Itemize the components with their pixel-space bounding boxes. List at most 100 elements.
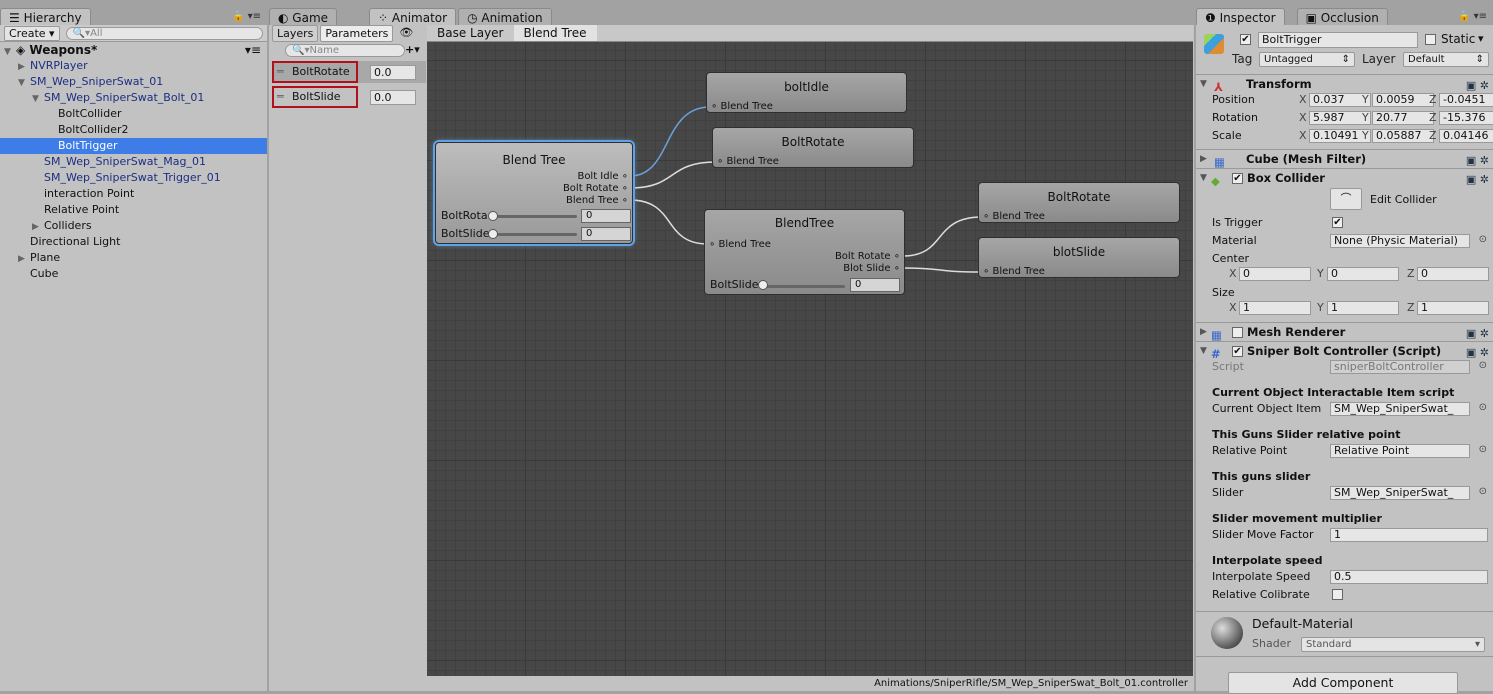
hierarchy-item[interactable]: Cube: [0, 266, 267, 282]
tab-game[interactable]: ◐ Game: [269, 8, 338, 25]
y-field[interactable]: 20.77: [1372, 111, 1434, 125]
active-checkbox[interactable]: ✔: [1240, 34, 1251, 45]
hierarchy-item[interactable]: ▶ NVRPlayer: [0, 58, 267, 74]
transform-header[interactable]: ▼ ⅄ Transform ▣ ✲: [1196, 74, 1493, 94]
tab-hierarchy[interactable]: ☰ Hierarchy: [0, 8, 91, 25]
hierarchy-item[interactable]: ▶ Colliders: [0, 218, 267, 234]
x-field[interactable]: 0: [1239, 267, 1311, 281]
mesh-renderer-enabled-checkbox[interactable]: [1232, 327, 1243, 338]
script-enabled-checkbox[interactable]: ✔: [1232, 346, 1243, 357]
static-dropdown-icon[interactable]: ▾: [1478, 32, 1484, 45]
bolt-rotate-node-2[interactable]: BoltRotate ∘ Blend Tree: [978, 182, 1180, 223]
hierarchy-item[interactable]: Relative Point: [0, 202, 267, 218]
expand-arrow-icon[interactable]: ▼: [18, 75, 30, 91]
output-port[interactable]: Bolt Idle ∘: [577, 171, 628, 182]
slider-track[interactable]: [763, 285, 845, 288]
is-trigger-checkbox[interactable]: ✔: [1332, 217, 1343, 228]
lock-icon[interactable]: 🔒 ▾≡: [1458, 11, 1487, 22]
breadcrumb-blend-tree[interactable]: Blend Tree: [513, 25, 597, 41]
help-gear-icons[interactable]: ▣ ✲: [1466, 171, 1489, 189]
object-picker-icon[interactable]: ⊙: [1479, 360, 1487, 371]
input-port[interactable]: ∘ Blend Tree: [717, 156, 779, 167]
hierarchy-item[interactable]: ▶ Plane: [0, 250, 267, 266]
slider-value-input[interactable]: 0: [581, 209, 631, 223]
create-button[interactable]: Create ▾: [4, 25, 60, 41]
parameter-value-input[interactable]: 0.0: [370, 89, 416, 105]
parameter-row[interactable]: BoltSlide0.0: [272, 86, 426, 108]
object-name-input[interactable]: BoltTrigger: [1258, 32, 1418, 48]
blend-tree-sub-node[interactable]: BlendTree ∘ Blend Tree Bolt Rotate ∘ Blo…: [704, 209, 905, 295]
tab-occlusion[interactable]: ▣ Occlusion: [1296, 8, 1388, 25]
x-field[interactable]: 1: [1239, 301, 1311, 315]
slider-knob[interactable]: [488, 229, 498, 239]
script-header[interactable]: ▼ # ✔ Sniper Bolt Controller (Script) ▣ ✲: [1196, 341, 1493, 361]
z-field[interactable]: 0: [1417, 267, 1489, 281]
output-port[interactable]: Blot Slide ∘: [843, 263, 900, 274]
animator-graph[interactable]: Blend Tree Bolt Idle ∘ Bolt Rotate ∘ Ble…: [427, 42, 1193, 691]
object-picker-icon[interactable]: ⊙: [1479, 444, 1487, 455]
slider-value-input[interactable]: 0: [850, 278, 900, 292]
hierarchy-item[interactable]: BoltCollider2: [0, 122, 267, 138]
hierarchy-item[interactable]: SM_Wep_SniperSwat_Mag_01: [0, 154, 267, 170]
scene-row[interactable]: ▼ ◈ Weapons* ▾≡: [0, 42, 267, 58]
f2-field[interactable]: Relative Point: [1330, 444, 1470, 458]
hierarchy-item[interactable]: Directional Light: [0, 234, 267, 250]
output-port[interactable]: Blend Tree ∘: [566, 195, 628, 206]
parameter-row[interactable]: BoltRotate0.0: [272, 61, 426, 83]
static-checkbox[interactable]: [1425, 34, 1436, 45]
parameter-value-input[interactable]: 0.0: [370, 64, 416, 80]
blot-slide-node[interactable]: blotSlide ∘ Blend Tree: [978, 237, 1180, 278]
blend-tree-root-node[interactable]: Blend Tree Bolt Idle ∘ Bolt Rotate ∘ Ble…: [435, 142, 633, 244]
f3-field[interactable]: SM_Wep_SniperSwat_: [1330, 486, 1470, 500]
output-port[interactable]: Bolt Rotate ∘: [563, 183, 628, 194]
tab-layers[interactable]: Layers: [272, 25, 319, 42]
slider-track[interactable]: [491, 233, 577, 236]
parameter-search-input[interactable]: 🔍▾Name: [285, 44, 405, 57]
hierarchy-item[interactable]: SM_Wep_SniperSwat_Trigger_01: [0, 170, 267, 186]
breadcrumb-base-layer[interactable]: Base Layer: [427, 25, 514, 41]
bolt-idle-node[interactable]: boltIdle ∘ Blend Tree: [706, 72, 907, 113]
hierarchy-search-input[interactable]: 🔍▾All: [65, 26, 263, 40]
z-field[interactable]: 0.04146: [1439, 129, 1493, 143]
y-field[interactable]: 0.05887: [1372, 129, 1434, 143]
eye-icon[interactable]: 👁: [395, 25, 417, 42]
input-port[interactable]: ∘ Blend Tree: [711, 101, 773, 112]
hierarchy-item[interactable]: ▼ SM_Wep_SniperSwat_01: [0, 74, 267, 90]
input-port[interactable]: ∘ Blend Tree: [983, 211, 1045, 222]
y-field[interactable]: 0.0059: [1372, 93, 1434, 107]
lock-icon[interactable]: 🔒 ▾≡: [232, 11, 261, 22]
edit-collider-button[interactable]: ⌒: [1330, 188, 1362, 210]
hierarchy-item[interactable]: BoltCollider: [0, 106, 267, 122]
add-parameter-button[interactable]: +▾: [405, 43, 420, 56]
slider-track[interactable]: [491, 215, 577, 218]
y-field[interactable]: 1: [1327, 301, 1399, 315]
z-field[interactable]: -0.0451: [1439, 93, 1493, 107]
slider-knob[interactable]: [488, 211, 498, 221]
expand-arrow-icon[interactable]: ▶: [18, 59, 30, 75]
output-port[interactable]: Bolt Rotate ∘: [835, 251, 900, 262]
hierarchy-item[interactable]: BoltTrigger: [0, 138, 267, 154]
shader-dropdown[interactable]: Standard ▾: [1301, 637, 1485, 652]
expand-arrow-icon[interactable]: ▼: [32, 91, 44, 107]
tab-inspector[interactable]: ❶ Inspector: [1196, 8, 1285, 25]
expand-arrow-icon[interactable]: ▶: [18, 251, 30, 267]
material-field[interactable]: None (Physic Material): [1330, 234, 1470, 248]
tab-animation[interactable]: ◷ Animation: [458, 8, 552, 25]
input-port[interactable]: ∘ Blend Tree: [983, 266, 1045, 277]
tab-animator[interactable]: ⁘ Animator: [369, 8, 457, 25]
box-collider-header[interactable]: ▼ ◆ ✔ Box Collider ▣ ✲: [1196, 168, 1493, 189]
z-field[interactable]: -15.376: [1439, 111, 1493, 125]
layer-dropdown[interactable]: Default ⇕: [1403, 52, 1489, 67]
slider-knob[interactable]: [758, 280, 768, 290]
mesh-filter-header[interactable]: ▶ ▦ Cube (Mesh Filter) ▣ ✲: [1196, 149, 1493, 169]
bolt-rotate-node[interactable]: BoltRotate ∘ Blend Tree: [712, 127, 914, 168]
y-field[interactable]: 0: [1327, 267, 1399, 281]
f4-field[interactable]: 1: [1330, 528, 1488, 542]
relative-colibrate-checkbox[interactable]: [1332, 589, 1343, 600]
hierarchy-item[interactable]: ▼ SM_Wep_SniperSwat_Bolt_01: [0, 90, 267, 106]
tab-parameters[interactable]: Parameters: [320, 25, 394, 42]
object-picker-icon[interactable]: ⊙: [1479, 234, 1487, 245]
slider-value-input[interactable]: 0: [581, 227, 631, 241]
input-port[interactable]: ∘ Blend Tree: [709, 239, 771, 250]
f1-field[interactable]: SM_Wep_SniperSwat_: [1330, 402, 1470, 416]
